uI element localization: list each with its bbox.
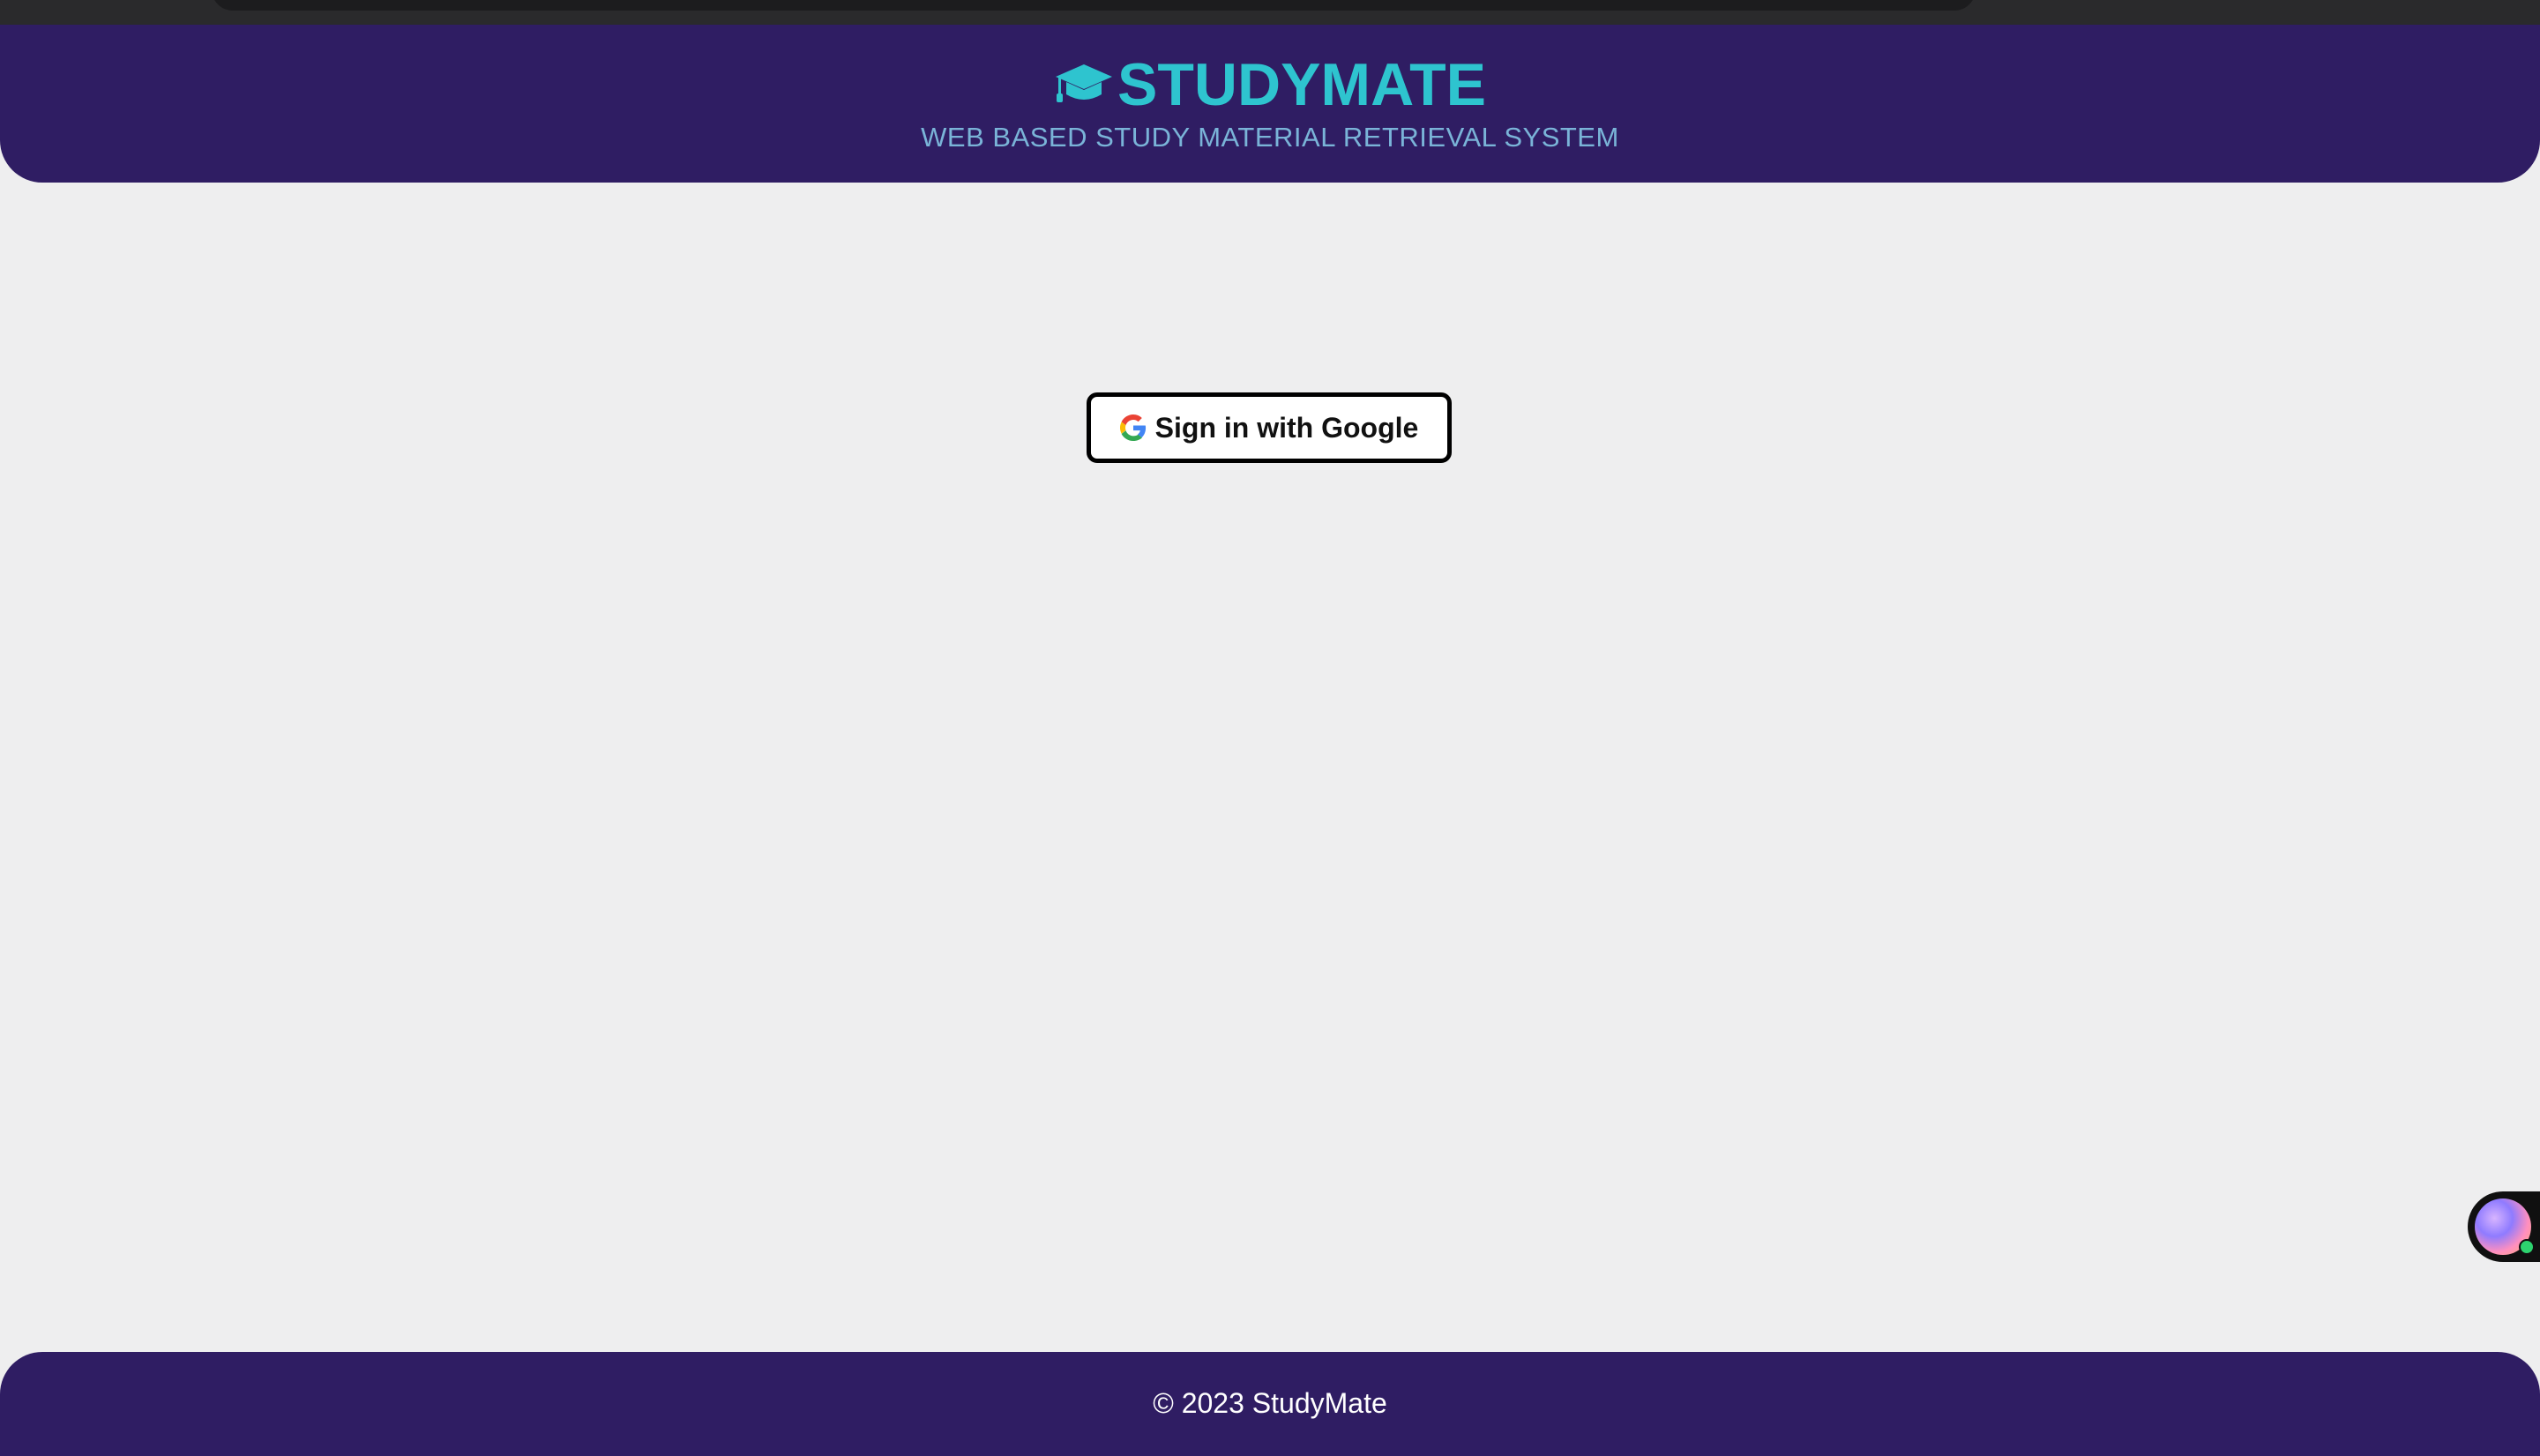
assistant-widget-button[interactable] xyxy=(2468,1191,2540,1262)
app-subtitle: WEB BASED STUDY MATERIAL RETRIEVAL SYSTE… xyxy=(921,122,1619,153)
graduation-cap-icon xyxy=(1054,61,1114,108)
browser-url-bar[interactable] xyxy=(212,0,1976,11)
google-sign-in-button[interactable]: Sign in with Google xyxy=(1087,392,1452,463)
browser-top-bar xyxy=(0,0,2540,25)
app-title: STUDYMATE xyxy=(1117,51,1487,118)
site-header: STUDYMATE WEB BASED STUDY MATERIAL RETRI… xyxy=(0,25,2540,183)
site-footer: © 2023 StudyMate xyxy=(0,1352,2540,1456)
brand[interactable]: STUDYMATE xyxy=(0,55,2540,115)
copyright-text: © 2023 StudyMate xyxy=(1153,1387,1387,1419)
online-status-dot xyxy=(2519,1239,2535,1255)
google-g-icon xyxy=(1119,414,1147,441)
google-sign-in-label: Sign in with Google xyxy=(1154,411,1419,444)
